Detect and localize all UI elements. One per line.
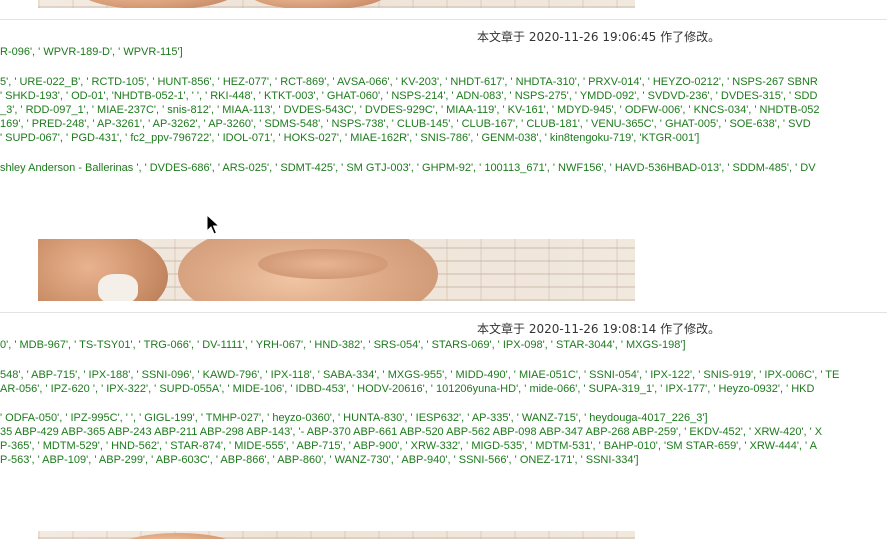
forum-page: 本文章于 2020-11-26 19:06:45 作了修改。 R-096', '…: [0, 0, 887, 539]
code-line: ' SHKD-193', ' OD-01', 'NHDTB-052-1', ' …: [0, 90, 818, 102]
code-line: ' ODFA-050', ' IPZ-995C', ' ', ' GIGL-19…: [0, 412, 708, 424]
code-line: 169', ' PRED-248', ' AP-3261', ' AP-3262…: [0, 118, 811, 130]
code-line: AR-056', ' IPZ-620 ', ' IPX-322', ' SUPD…: [0, 383, 815, 395]
post-divider: [0, 312, 887, 313]
code-line: 548', ' ABP-715', ' IPX-188', ' SSNI-096…: [0, 369, 840, 381]
code-line: P-365', ' MDTM-529', ' HND-562', ' STAR-…: [0, 440, 817, 452]
code-line: _3', ' RDD-097_1', ' MIAE-237C', ' snis-…: [0, 104, 820, 116]
modified-note: 本文章于 2020-11-26 19:08:14 作了修改。: [477, 322, 721, 336]
post-divider: [0, 19, 887, 20]
post-image-top: [38, 0, 635, 8]
code-line: shley Anderson - Ballerinas ', ' DVDES-6…: [0, 162, 816, 174]
post-image-bottom: [38, 531, 635, 539]
code-line: R-096', ' WPVR-189-D', ' WPVR-115']: [0, 46, 183, 58]
post-image-middle: [38, 239, 635, 301]
code-line: 5', ' URE-022_B', ' RCTD-105', ' HUNT-85…: [0, 76, 818, 88]
code-line: P-563', ' ABP-109', ' ABP-299', ' ABP-60…: [0, 454, 639, 466]
modified-note: 本文章于 2020-11-26 19:06:45 作了修改。: [477, 30, 721, 44]
code-line: ' SUPD-067', ' PGD-431', ' fc2_ppv-79672…: [0, 132, 700, 144]
mouse-cursor-icon: [206, 214, 220, 235]
code-line: 0', ' MDB-967', ' TS-TSY01', ' TRG-066',…: [0, 339, 686, 351]
code-line: 35 ABP-429 ABP-365 ABP-243 ABP-211 ABP-2…: [0, 426, 823, 438]
